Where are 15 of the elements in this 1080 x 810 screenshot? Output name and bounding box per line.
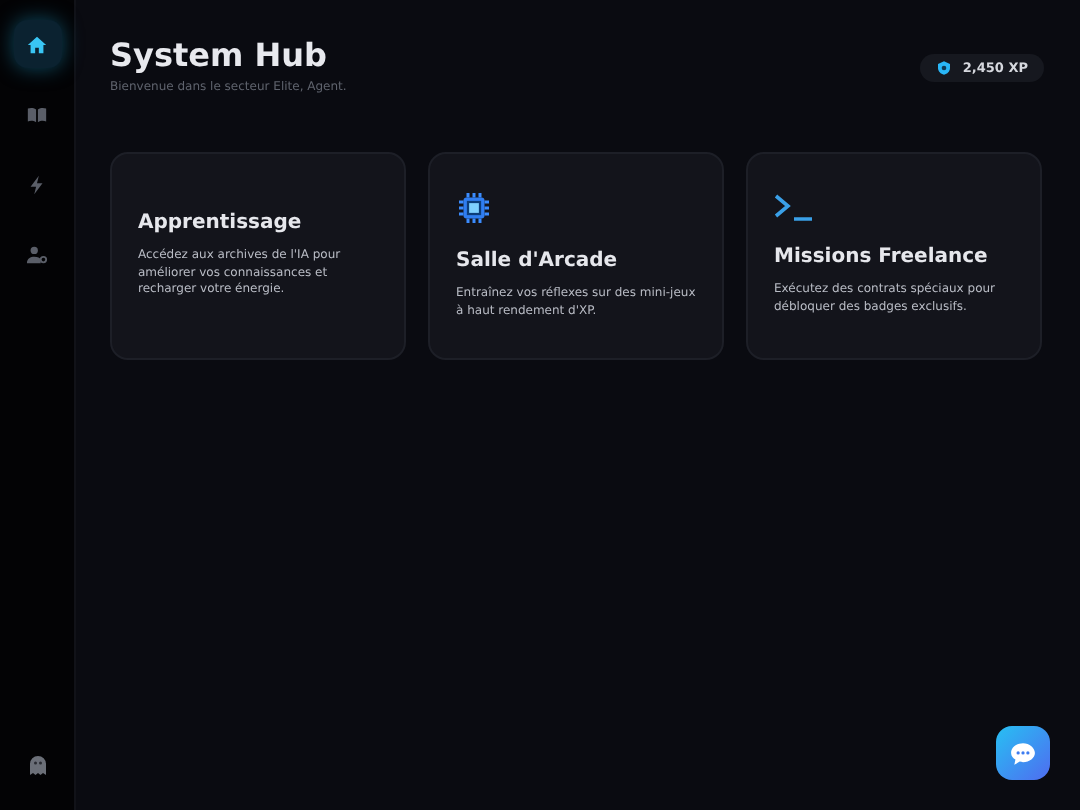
- bolt-icon: [26, 173, 48, 195]
- book-icon: [26, 103, 48, 125]
- card-title: Salle d'Arcade: [456, 250, 620, 273]
- user-settings-icon: [26, 243, 48, 265]
- chat-icon: [1010, 741, 1036, 765]
- home-icon: [26, 33, 48, 55]
- page-title: System Hub: [110, 36, 329, 74]
- card-title: Apprentissage: [138, 211, 304, 234]
- chip-icon: [456, 190, 492, 227]
- terminal-icon: [774, 194, 814, 223]
- chat-button[interactable]: [996, 726, 1050, 780]
- card-title: Missions Freelance: [774, 246, 990, 269]
- nav-button[interactable]: [13, 20, 61, 68]
- ghost-icon[interactable]: [27, 754, 47, 776]
- shield-icon: [936, 60, 953, 76]
